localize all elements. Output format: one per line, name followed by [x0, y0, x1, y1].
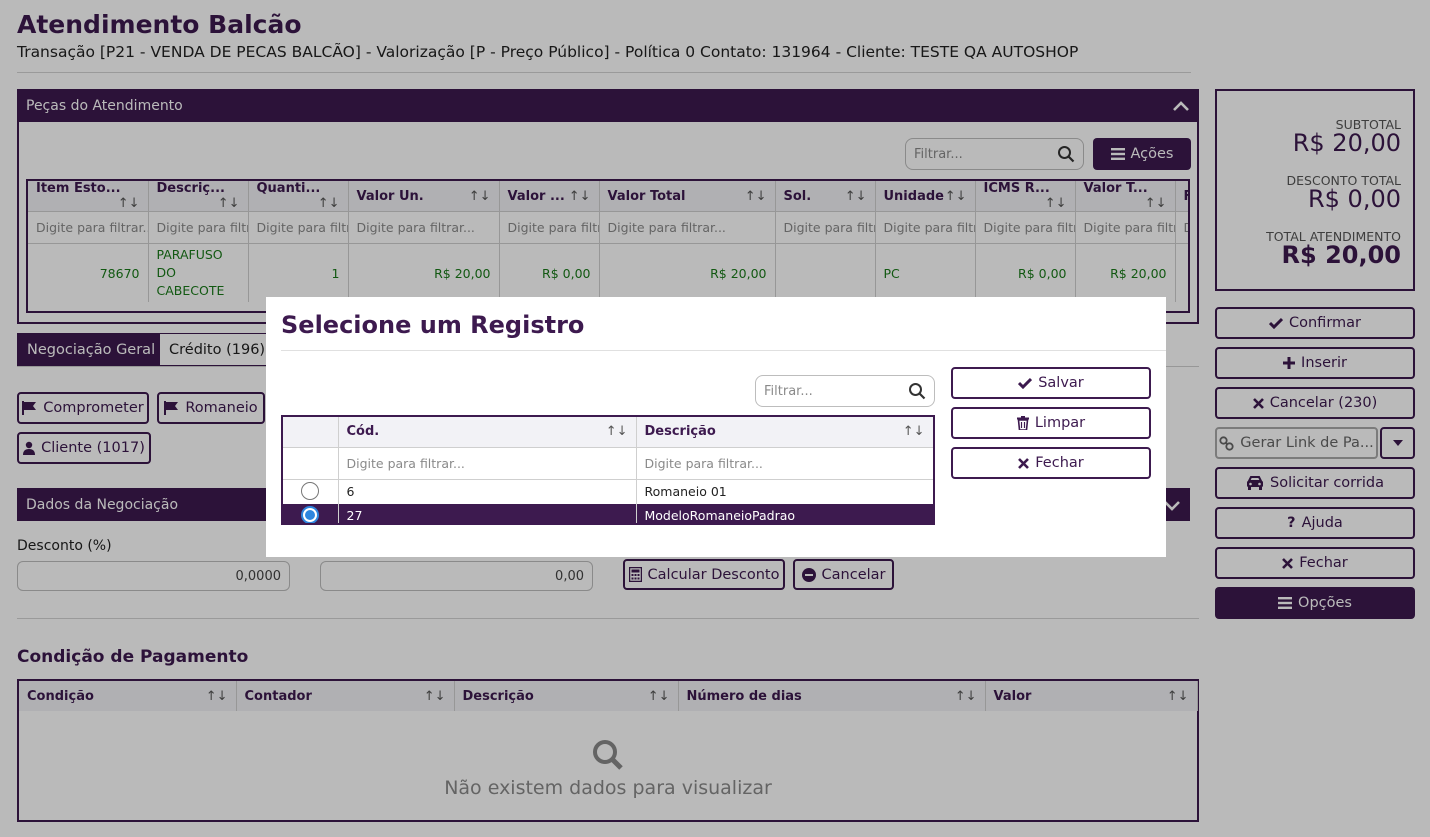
table-row[interactable]: 6 Romaneio 01	[283, 478, 933, 504]
col-header-descricao[interactable]: Descrição ↑↓	[636, 417, 933, 447]
sort-icon[interactable]: ↑↓	[606, 424, 628, 439]
col-header-select	[283, 417, 339, 447]
modal-filter-input[interactable]: Filtrar...	[755, 375, 935, 407]
modal-title: Selecione um Registro	[281, 311, 585, 339]
modal-filter-placeholder: Filtrar...	[764, 383, 813, 399]
table-row-selected[interactable]: 27 ModeloRomaneioPadrao	[283, 503, 933, 523]
column-filter-input[interactable]: Digite para filtrar...	[338, 446, 637, 479]
modal-fechar-button[interactable]: Fechar	[951, 447, 1151, 479]
limpar-button[interactable]: Limpar	[951, 407, 1151, 439]
cell-descricao: ModeloRomaneioPadrao	[644, 508, 796, 523]
modal-filter-row: Digite para filtrar... Digite para filtr…	[283, 446, 933, 479]
modal-table: Cód. ↑↓ Descrição ↑↓ Digite para filtrar..…	[283, 417, 933, 523]
radio-button[interactable]	[301, 481, 320, 500]
modal-fechar-label: Fechar	[1035, 455, 1084, 471]
cell-descricao: Romaneio 01	[636, 478, 933, 504]
modal-header-row: Cód. ↑↓ Descrição ↑↓	[283, 417, 933, 447]
trash-icon	[1016, 416, 1029, 430]
check-icon	[1018, 377, 1033, 389]
select-filter-cell	[283, 446, 339, 479]
sort-icon[interactable]: ↑↓	[903, 424, 925, 439]
radio-button-selected[interactable]	[301, 505, 320, 523]
row-select-cell[interactable]	[283, 478, 339, 504]
selecione-registro-modal: Selecione um Registro Filtrar... Cód. ↑↓ …	[266, 297, 1166, 557]
salvar-button[interactable]: Salvar	[951, 367, 1151, 399]
row-select-cell[interactable]	[283, 503, 339, 523]
col-header-cod[interactable]: Cód. ↑↓	[338, 417, 637, 447]
salvar-label: Salvar	[1038, 375, 1084, 391]
cell-cod: 6	[338, 478, 637, 504]
cell-cod: 27	[338, 503, 637, 523]
modal-title-divider	[281, 350, 1166, 351]
search-icon	[908, 382, 926, 400]
column-filter-input[interactable]: Digite para filtrar...	[636, 446, 933, 479]
modal-table-container: Cód. ↑↓ Descrição ↑↓ Digite para filtrar..…	[281, 415, 935, 525]
close-icon	[1018, 457, 1030, 469]
limpar-label: Limpar	[1034, 415, 1086, 431]
